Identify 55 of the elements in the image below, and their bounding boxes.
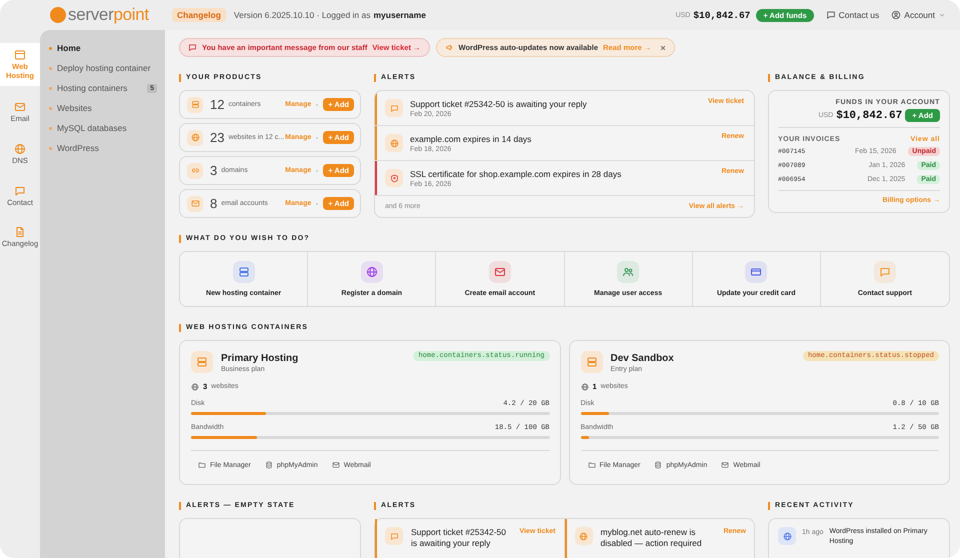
alert-title: Support ticket #25342-50 is awaiting your reply [410,98,587,108]
server-icon [191,351,213,373]
product-count: 23 [210,130,224,145]
submenu-item[interactable]: Deploy hosting container [49,61,157,75]
chat-icon [385,99,403,117]
chat-icon [14,184,26,196]
mail-icon [721,461,730,469]
product-count: 12 [210,97,224,112]
globe-icon [14,142,26,155]
submenu-item[interactable]: Home [49,41,157,55]
account-menu[interactable]: Account [891,10,946,20]
submenu-item[interactable]: Websites [49,101,157,115]
globe-icon [191,382,199,390]
globe-icon [385,134,403,152]
alert-title: Support ticket #25342-50 is awaiting your reply [411,527,507,550]
database-icon [654,461,662,469]
container-name[interactable]: Dev Sandbox [610,353,674,364]
server-icon [187,96,203,112]
browser-icon [14,49,26,61]
chat-icon [188,43,197,52]
server-icon [580,351,602,373]
alert-title: example.com expires in 14 days [410,134,532,144]
funds-amount: $10,842.67 [836,110,902,122]
alert-title: SSL certificate for shop.example.com expires in 28 days [410,168,622,178]
chat-icon [385,527,403,545]
globe-icon [580,382,588,390]
shield-icon [385,169,403,187]
username: myusername [374,10,426,20]
folder-icon [588,461,596,469]
product-count: 3 [210,163,218,178]
globe-icon [778,527,796,545]
contact-us-link[interactable]: Contact us [826,10,880,20]
database-icon [264,461,273,469]
changelog-badge[interactable]: Changelog [172,8,226,22]
version-text: Version 6.2025.10.10 · Logged in as [234,10,370,20]
container-name[interactable]: Primary Hosting [221,353,298,364]
mail-icon [187,196,203,212]
submenu-item[interactable]: MySQL databases [49,121,157,135]
submenu-item[interactable]: WordPress [49,141,157,155]
document-icon [14,226,26,238]
chat-icon [826,10,836,20]
user-icon [891,10,902,20]
balance-amount: $10,842.67 [693,10,750,20]
close-button[interactable]: × [660,42,666,52]
product-count: 8 [210,196,218,211]
alert-title: myblog.net auto-renew is disabled — action required [600,527,703,550]
globe-icon [187,130,203,146]
serverpoint-logo[interactable]: serverpoint [50,5,172,25]
folder-icon [198,461,206,469]
chevron-icon [938,11,946,19]
mail-icon [14,101,26,114]
megaphone-icon [444,43,454,52]
globe-icon [574,527,592,545]
link-icon [187,162,203,178]
mail-icon [332,461,340,469]
